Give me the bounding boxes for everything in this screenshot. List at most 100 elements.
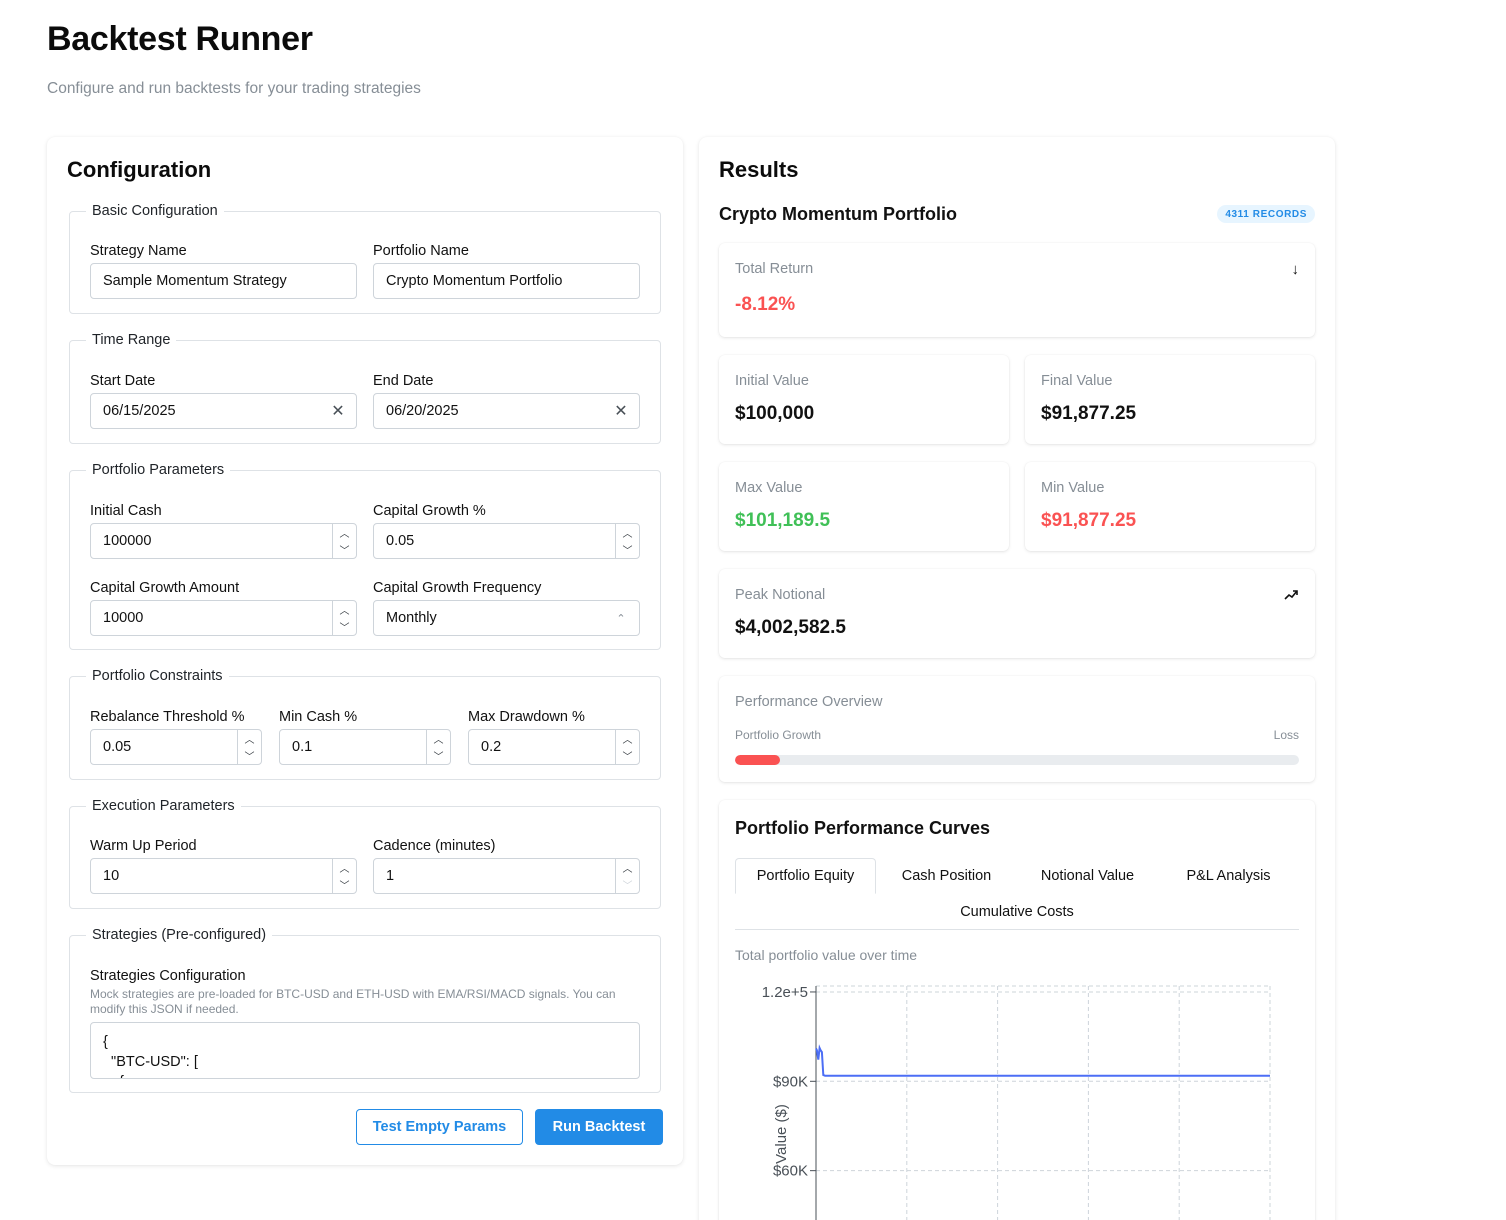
max-value-value: $101,189.5 — [735, 510, 831, 531]
initial-value-value: $100,000 — [735, 403, 815, 424]
max-drawdown-value: 0.2 — [481, 739, 502, 755]
max-drawdown-input[interactable]: 0.2 ︿ ﹀ — [468, 729, 640, 765]
page-title: Backtest Runner — [47, 20, 313, 58]
portfolio-constraints-group: Portfolio Constraints Rebalance Threshol… — [69, 668, 661, 780]
min-value-label: Min Value — [1041, 480, 1105, 496]
clear-start-date-icon[interactable]: ✕ — [320, 394, 356, 428]
warm-up-period-label: Warm Up Period — [90, 838, 197, 854]
performance-progress-bar — [735, 755, 1299, 765]
clear-end-date-icon[interactable]: ✕ — [603, 394, 639, 428]
y-axis-label: Value ($) — [773, 1104, 790, 1164]
peak-notional-value: $4,002,582.5 — [735, 617, 846, 638]
test-empty-params-button[interactable]: Test Empty Params — [356, 1109, 523, 1145]
trending-up-icon — [1283, 587, 1299, 607]
peak-notional-card: Peak Notional $4,002,582.5 — [719, 569, 1315, 658]
chevron-up-icon[interactable]: ︿ — [238, 730, 261, 747]
tab-cumulative-costs[interactable]: Cumulative Costs — [735, 894, 1299, 930]
capital-growth-amount-label: Capital Growth Amount — [90, 580, 240, 596]
final-value-card: Final Value $91,877.25 — [1025, 355, 1315, 444]
curve-description: Total portfolio value over time — [735, 947, 918, 963]
strategies-group: Strategies (Pre-configured) Strategies C… — [69, 927, 661, 1093]
loss-caption: Loss — [1273, 728, 1299, 742]
portfolio-growth-caption: Portfolio Growth — [735, 728, 822, 742]
chevron-up-icon[interactable]: ︿ — [616, 524, 639, 541]
results-title: Results — [719, 157, 799, 182]
rebalance-threshold-label: Rebalance Threshold % — [90, 709, 245, 725]
start-date-label: Start Date — [90, 373, 156, 389]
max-drawdown-label: Max Drawdown % — [468, 709, 585, 725]
min-cash-input[interactable]: 0.1 ︿ ﹀ — [279, 729, 451, 765]
chevron-down-icon[interactable]: ﹀ — [333, 618, 356, 635]
chevron-up-icon[interactable]: ︿ — [333, 524, 356, 541]
cadence-stepper[interactable]: ︿ ﹀ — [615, 859, 639, 893]
min-cash-stepper[interactable]: ︿ ﹀ — [426, 730, 450, 764]
warm-up-period-value: 10 — [103, 868, 120, 884]
chevron-up-icon[interactable]: ︿ — [616, 859, 639, 876]
configuration-title: Configuration — [67, 157, 212, 182]
execution-parameters-legend: Execution Parameters — [92, 798, 235, 814]
warm-up-period-input[interactable]: 10 ︿ ﹀ — [90, 858, 357, 894]
warm-up-period-stepper[interactable]: ︿ ﹀ — [332, 859, 356, 893]
strategy-name-input[interactable]: Sample Momentum Strategy — [90, 263, 357, 299]
capital-growth-pct-stepper[interactable]: ︿ ﹀ — [615, 524, 639, 558]
tab-cash-position[interactable]: Cash Position — [876, 858, 1017, 894]
y-tick-label: 1.2e+5 — [762, 984, 808, 1001]
chevron-up-icon[interactable]: ︿ — [616, 730, 639, 747]
basic-configuration-group: Basic Configuration Strategy Name Sample… — [69, 203, 661, 314]
initial-cash-input[interactable]: 100000 ︿ ﹀ — [90, 523, 357, 559]
rebalance-threshold-input[interactable]: 0.05 ︿ ﹀ — [90, 729, 262, 765]
final-value-value: $91,877.25 — [1041, 403, 1137, 424]
y-tick-label: $90K — [773, 1073, 808, 1090]
end-date-input[interactable]: 06/20/2025 ✕ — [373, 393, 640, 429]
chevron-down-icon[interactable]: ﹀ — [333, 876, 356, 893]
strategies-json-textarea[interactable]: { "BTC-USD": [ { — [90, 1022, 640, 1079]
records-badge: 4311 RECORDS — [1217, 205, 1315, 223]
arrow-down-icon: ↓ — [1291, 261, 1300, 278]
performance-curves-title: Portfolio Performance Curves — [735, 818, 991, 838]
initial-cash-label: Initial Cash — [90, 503, 162, 519]
cadence-input[interactable]: 1 ︿ ﹀ — [373, 858, 640, 894]
initial-value-card: Initial Value $100,000 — [719, 355, 1009, 444]
chevron-up-icon[interactable]: ︿ — [333, 601, 356, 618]
initial-value-label: Initial Value — [735, 373, 809, 389]
total-return-card: Total Return -8.12% ↓ — [719, 243, 1315, 337]
chevron-down-icon[interactable]: ﹀ — [616, 541, 639, 558]
results-panel: Results Crypto Momentum Portfolio 4311 R… — [699, 137, 1335, 1220]
strategy-name-value: Sample Momentum Strategy — [103, 273, 287, 289]
end-date-value: 06/20/2025 — [386, 403, 459, 419]
min-value-card: Min Value $91,877.25 — [1025, 462, 1315, 551]
chevron-down-icon[interactable]: ﹀ — [427, 747, 450, 764]
min-value-value: $91,877.25 — [1041, 510, 1137, 531]
capital-growth-amount-stepper[interactable]: ︿ ﹀ — [332, 601, 356, 635]
capital-growth-pct-input[interactable]: 0.05 ︿ ﹀ — [373, 523, 640, 559]
run-backtest-button[interactable]: Run Backtest — [535, 1109, 663, 1145]
performance-overview-label: Performance Overview — [735, 694, 883, 710]
tab-pnl-analysis[interactable]: P&L Analysis — [1158, 858, 1299, 894]
chevron-up-icon[interactable]: ︿ — [427, 730, 450, 747]
portfolio-name-input[interactable]: Crypto Momentum Portfolio — [373, 263, 640, 299]
portfolio-name-label: Portfolio Name — [373, 243, 469, 259]
performance-progress-fill — [735, 755, 781, 765]
capital-growth-amount-value: 10000 — [103, 610, 144, 626]
start-date-value: 06/15/2025 — [103, 403, 176, 419]
chevron-down-icon[interactable]: ﹀ — [616, 876, 639, 893]
max-drawdown-stepper[interactable]: ︿ ﹀ — [615, 730, 639, 764]
rebalance-threshold-stepper[interactable]: ︿ ﹀ — [237, 730, 261, 764]
total-return-label: Total Return — [735, 261, 814, 277]
cadence-value: 1 — [386, 868, 395, 884]
chevron-down-icon[interactable]: ﹀ — [238, 747, 261, 764]
selector-chevrons-icon: ⌃ — [616, 612, 626, 625]
time-range-legend: Time Range — [92, 332, 171, 348]
chevron-down-icon[interactable]: ﹀ — [333, 541, 356, 558]
chevron-down-icon[interactable]: ﹀ — [616, 747, 639, 764]
performance-curves-card: Portfolio Performance Curves Portfolio E… — [719, 800, 1315, 1220]
min-cash-value: 0.1 — [292, 739, 313, 755]
capital-growth-frequency-select[interactable]: Monthly ⌃ — [373, 600, 640, 636]
initial-cash-stepper[interactable]: ︿ ﹀ — [332, 524, 356, 558]
portfolio-equity-chart: 1.2e+5 $90K $60KValue ($) — [762, 984, 1271, 1220]
tab-notional-value[interactable]: Notional Value — [1017, 858, 1158, 894]
tab-portfolio-equity[interactable]: Portfolio Equity — [735, 858, 876, 894]
capital-growth-amount-input[interactable]: 10000 ︿ ﹀ — [90, 600, 357, 636]
start-date-input[interactable]: 06/15/2025 ✕ — [90, 393, 357, 429]
chevron-up-icon[interactable]: ︿ — [333, 859, 356, 876]
